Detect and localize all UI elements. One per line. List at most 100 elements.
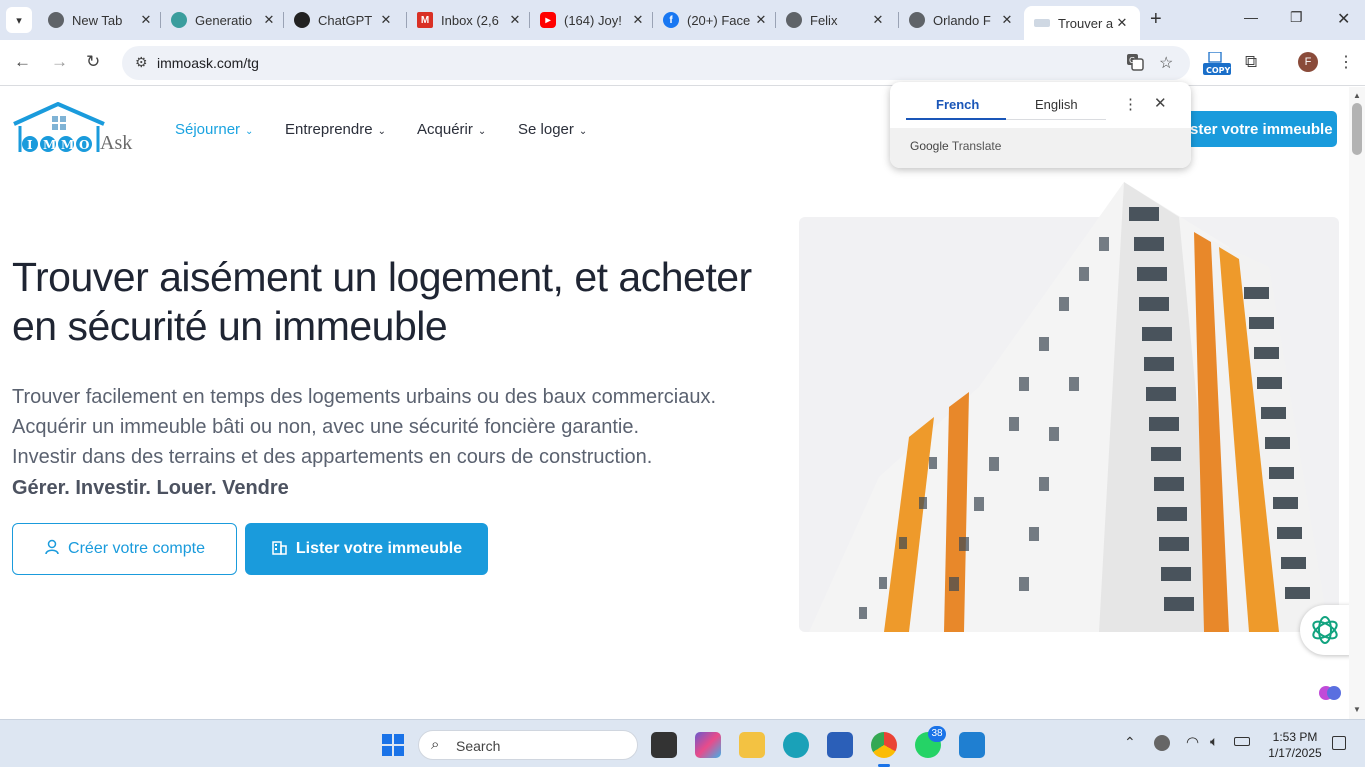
tab-title: ChatGPT bbox=[318, 12, 373, 28]
svg-text:M: M bbox=[61, 138, 74, 152]
tab-youtube[interactable]: ▸ (164) Joy! ✕ bbox=[540, 6, 646, 34]
nav-se-loger[interactable]: Se loger ⌄ bbox=[518, 121, 587, 138]
chrome-taskbar-icon[interactable] bbox=[871, 732, 897, 758]
tab-gmail[interactable]: M Inbox (2,6 ✕ bbox=[417, 6, 523, 34]
wifi-icon[interactable]: ◠ bbox=[1186, 733, 1199, 751]
translate-close-icon[interactable]: ✕ bbox=[1154, 94, 1167, 112]
clock-date: 1/17/2025 bbox=[1268, 746, 1322, 760]
list-property-label: Lister votre immeuble bbox=[295, 540, 463, 557]
taskbar-clock[interactable]: 1:53 PM 1/17/2025 bbox=[1262, 729, 1328, 761]
translate-tab-french[interactable]: French bbox=[936, 97, 979, 112]
tab-title: Felix bbox=[810, 12, 838, 28]
google-brand: Google bbox=[910, 139, 949, 153]
ai-assistant-button[interactable] bbox=[1300, 605, 1349, 655]
translate-tab-english[interactable]: English bbox=[1035, 97, 1078, 112]
immoask-logo[interactable]: I M M O Ask bbox=[12, 101, 138, 158]
translate-icon[interactable]: G bbox=[1126, 53, 1144, 76]
url-text[interactable]: immoask.com/tg bbox=[157, 55, 259, 71]
chrome-icon bbox=[48, 12, 64, 28]
close-icon[interactable]: ✕ bbox=[507, 12, 523, 28]
windows-start-icon[interactable] bbox=[382, 734, 404, 756]
tab-strip: ▾ New Tab ✕ Generatio ✕ ChatGPT ✕ M Inbo… bbox=[0, 0, 1365, 40]
globe-icon bbox=[909, 12, 925, 28]
minimize-icon[interactable]: — bbox=[1244, 9, 1258, 25]
forward-icon[interactable]: → bbox=[51, 52, 68, 72]
security-tray-icon[interactable] bbox=[1154, 735, 1170, 751]
bookmark-star-icon[interactable]: ☆ bbox=[1159, 53, 1173, 73]
svg-text:I: I bbox=[27, 138, 33, 152]
youtube-icon: ▸ bbox=[540, 12, 556, 28]
tab-new-tab[interactable]: New Tab ✕ bbox=[48, 6, 154, 34]
scrollbar-thumb[interactable] bbox=[1352, 103, 1362, 155]
chevron-down-icon: ⌄ bbox=[477, 126, 487, 137]
close-icon[interactable]: ✕ bbox=[999, 12, 1015, 28]
window-close-icon[interactable]: ✕ bbox=[1337, 9, 1350, 29]
hero-title: Trouver aisément un logement, et acheter… bbox=[12, 254, 752, 349]
immoask-favicon-icon bbox=[1034, 19, 1050, 27]
tab-search-button[interactable]: ▾ bbox=[6, 7, 32, 33]
list-property-button[interactable]: Lister votre immeuble bbox=[245, 523, 488, 575]
menu-kebab-icon[interactable]: ⋮ bbox=[1338, 52, 1354, 72]
site-info-icon[interactable]: ⚙ bbox=[135, 54, 148, 71]
restore-icon[interactable]: ❐ bbox=[1290, 9, 1303, 26]
nav-acquerir[interactable]: Acquérir ⌄ bbox=[417, 121, 486, 138]
profile-avatar[interactable]: F bbox=[1298, 52, 1318, 72]
tab-orlando[interactable]: Orlando F ✕ bbox=[909, 6, 1015, 34]
svg-text:COPY: COPY bbox=[1206, 66, 1231, 75]
tab-facebook[interactable]: f (20+) Face ✕ bbox=[663, 6, 769, 34]
close-icon[interactable]: ✕ bbox=[261, 12, 277, 28]
translate-brand-suffix: Translate bbox=[951, 139, 1002, 153]
tray-chevron-up-icon[interactable]: ⌃ bbox=[1124, 734, 1136, 751]
tab-title: (164) Joy! bbox=[564, 12, 622, 28]
brain-extension-icon[interactable] bbox=[1310, 677, 1349, 709]
tab-felix[interactable]: Felix ✕ bbox=[786, 6, 886, 34]
battery-icon[interactable] bbox=[1234, 737, 1250, 746]
globe-icon bbox=[786, 12, 802, 28]
extensions-puzzle-icon[interactable]: ⧉ bbox=[1245, 52, 1257, 72]
tab-chatgpt[interactable]: ChatGPT ✕ bbox=[294, 6, 394, 34]
logo-ask-text: Ask bbox=[100, 132, 133, 154]
page-scrollbar[interactable]: ▲ ▼ bbox=[1349, 87, 1365, 719]
translate-popup: French English ⋮ ✕ Google Translate bbox=[890, 82, 1191, 168]
volume-icon[interactable]: 🔈︎ bbox=[1210, 733, 1218, 750]
translate-options-icon[interactable]: ⋮ bbox=[1123, 95, 1138, 113]
taskbar-search[interactable]: ⌕ Search bbox=[418, 730, 638, 760]
task-view-icon[interactable] bbox=[651, 732, 677, 758]
chevron-down-icon: ⌄ bbox=[245, 126, 254, 137]
windows-taskbar: ⌕ Search 38 ⌃ ◠ 🔈︎ 1:53 PM 1/17/2025 bbox=[0, 719, 1365, 767]
close-icon[interactable]: ✕ bbox=[1114, 15, 1130, 31]
header-list-property-button[interactable]: ster votre immeuble bbox=[1170, 111, 1337, 147]
close-icon[interactable]: ✕ bbox=[753, 12, 769, 28]
store-icon[interactable] bbox=[827, 732, 853, 758]
tab-title: (20+) Face bbox=[687, 12, 751, 28]
tab-title: Generatio bbox=[195, 12, 253, 28]
copy-extension-icon[interactable]: COPY bbox=[1203, 51, 1231, 76]
close-icon[interactable]: ✕ bbox=[630, 12, 646, 28]
tab-generatio[interactable]: Generatio ✕ bbox=[171, 6, 277, 34]
tab-immoask-active[interactable]: Trouver ai ✕ bbox=[1024, 6, 1140, 40]
clock-time: 1:53 PM bbox=[1272, 730, 1318, 744]
edge-icon[interactable] bbox=[783, 732, 809, 758]
chevron-down-icon: ⌄ bbox=[377, 126, 386, 137]
reload-icon[interactable]: ↻ bbox=[86, 52, 100, 72]
back-icon[interactable]: ← bbox=[14, 52, 31, 72]
new-tab-button[interactable]: + bbox=[1150, 8, 1162, 31]
translate-footer: Google Translate bbox=[890, 128, 1191, 168]
tab-title: Inbox (2,6 bbox=[441, 12, 499, 28]
m365-icon[interactable] bbox=[695, 732, 721, 758]
nav-entreprendre[interactable]: Entreprendre ⌄ bbox=[285, 121, 386, 138]
building-photo bbox=[799, 177, 1339, 632]
file-explorer-icon[interactable] bbox=[739, 732, 765, 758]
address-bar[interactable]: ⚙ immoask.com/tg G ☆ bbox=[122, 46, 1190, 80]
browser-toolbar: ← → ↻ ⚙ immoask.com/tg G ☆ COPY ⧉ F ⋮ bbox=[0, 40, 1365, 86]
close-icon[interactable]: ✕ bbox=[138, 12, 154, 28]
chevron-down-icon: ⌄ bbox=[578, 126, 588, 137]
building-icon bbox=[271, 538, 288, 560]
close-icon[interactable]: ✕ bbox=[870, 12, 886, 28]
create-account-button[interactable]: Créer votre compte bbox=[12, 523, 237, 575]
vscode-icon[interactable] bbox=[959, 732, 985, 758]
hero-tagline: Gérer. Investir. Louer. Vendre bbox=[12, 477, 289, 499]
nav-sejourner[interactable]: Séjourner ⌄ bbox=[175, 121, 253, 138]
notification-icon[interactable] bbox=[1332, 736, 1346, 750]
close-icon[interactable]: ✕ bbox=[378, 12, 394, 28]
